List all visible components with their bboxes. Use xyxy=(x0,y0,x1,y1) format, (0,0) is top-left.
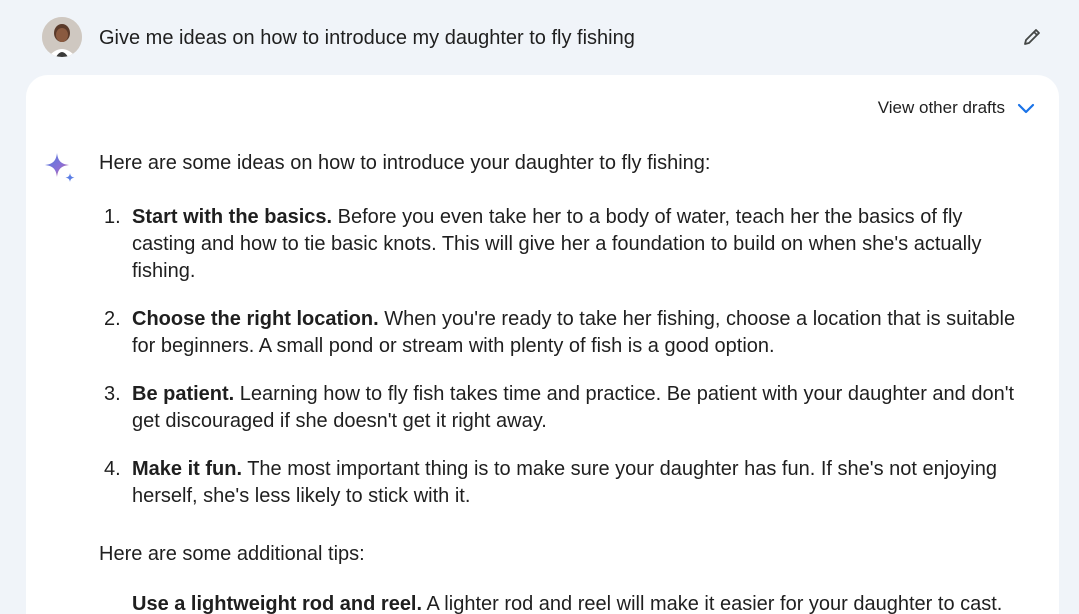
list-item: 4. Make it fun. The most important thing… xyxy=(104,456,1024,510)
response-card: View other drafts Here are some ideas on… xyxy=(26,75,1059,614)
list-number: 4. xyxy=(104,458,121,480)
list-number: 3. xyxy=(104,383,121,405)
idea-title: Choose the right location. xyxy=(132,308,379,330)
prompt-text: Give me ideas on how to introduce my dau… xyxy=(99,27,635,49)
chat-page: Give me ideas on how to introduce my dau… xyxy=(0,0,1079,614)
edit-prompt-button[interactable] xyxy=(1017,22,1047,52)
list-number: 1. xyxy=(104,206,121,228)
user-avatar xyxy=(42,17,82,57)
sparkle-icon xyxy=(45,153,75,182)
avatar-image xyxy=(42,17,82,57)
list-item: 2. Choose the right location. When you'r… xyxy=(104,306,1024,360)
pencil-icon xyxy=(1024,29,1040,45)
chevron-down-icon xyxy=(1017,103,1035,114)
list-item: 1. Start with the basics. Before you eve… xyxy=(104,204,1024,285)
idea-title: Start with the basics. xyxy=(132,206,333,228)
user-prompt-row: Give me ideas on how to introduce my dau… xyxy=(0,0,1079,75)
tip-item-partial: Use a lightweight rod and reel. A lighte… xyxy=(132,591,1002,614)
idea-list: 1. Start with the basics. Before you eve… xyxy=(104,204,1024,531)
tip-body: A lighter rod and reel will make it easi… xyxy=(422,593,1003,614)
view-other-drafts-button[interactable]: View other drafts xyxy=(878,97,1035,119)
idea-body: Learning how to fly fish takes time and … xyxy=(132,383,1015,432)
drafts-label: View other drafts xyxy=(877,98,1005,117)
tips-heading: Here are some additional tips: xyxy=(99,543,365,565)
response-intro: Here are some ideas on how to introduce … xyxy=(99,152,711,174)
idea-title: Be patient. xyxy=(132,383,235,405)
list-number: 2. xyxy=(104,308,121,330)
tip-title: Use a lightweight rod and reel. xyxy=(132,593,423,614)
idea-title: Make it fun. xyxy=(132,458,243,480)
list-item: 3. Be patient. Learning how to fly fish … xyxy=(104,381,1024,435)
idea-body: The most important thing is to make sure… xyxy=(132,458,997,507)
